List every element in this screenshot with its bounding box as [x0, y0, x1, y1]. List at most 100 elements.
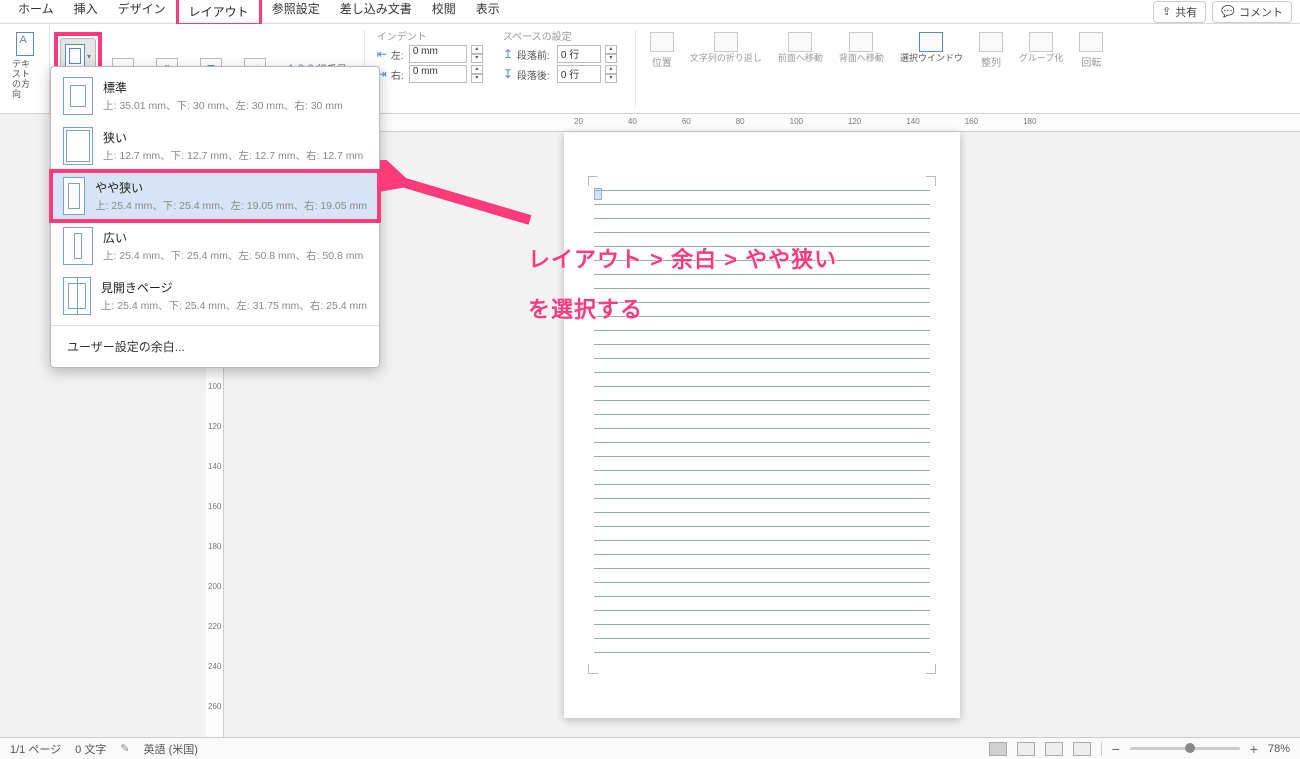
margin-normal-icon: [63, 77, 93, 115]
margin-option-normal[interactable]: 標準上: 35.01 mm、下: 30 mm、左: 30 mm、右: 30 mm: [51, 71, 379, 121]
indent-right-input[interactable]: 0 mm: [409, 65, 467, 83]
margin-mirrored-title: 見開きページ: [101, 279, 367, 296]
share-button[interactable]: ⇪共有: [1153, 1, 1206, 23]
ruler-tick: 240: [208, 662, 221, 671]
margin-narrow-detail: 上: 12.7 mm、下: 12.7 mm、左: 12.7 mm、右: 12.7…: [103, 148, 363, 163]
statusbar: 1/1 ページ 0 文字 ✎ 英語 (米国) − + 78%: [0, 737, 1300, 759]
view-web-layout[interactable]: [1017, 742, 1035, 756]
spacing-before-input[interactable]: 0 行: [557, 45, 601, 63]
horizontal-ruler[interactable]: 20406080100120140160180: [224, 114, 1300, 132]
ruler-tick: 80: [736, 117, 745, 126]
status-language[interactable]: 英語 (米国): [144, 741, 198, 757]
gridline: [594, 582, 930, 583]
spellcheck-icon[interactable]: ✎: [120, 742, 129, 755]
margin-option-moderate[interactable]: やや狭い上: 25.4 mm、下: 25.4 mm、左: 19.05 mm、右:…: [51, 171, 379, 221]
menu-home[interactable]: ホーム: [8, 0, 64, 26]
gridline: [594, 456, 930, 457]
status-words[interactable]: 0 文字: [75, 741, 106, 757]
text-direction-button[interactable]: A テキストの方向: [8, 28, 41, 102]
gridline: [594, 414, 930, 415]
menu-mailings[interactable]: 差し込み文書: [330, 0, 422, 26]
gridline: [594, 498, 930, 499]
wrap-icon: [714, 32, 738, 52]
zoom-slider-knob[interactable]: [1185, 743, 1195, 753]
menu-view[interactable]: 表示: [466, 0, 510, 26]
rotate-icon: [1079, 32, 1103, 52]
gridline: [594, 624, 930, 625]
indent-right-label: 右:: [391, 67, 405, 82]
margin-corner-bl: [588, 664, 598, 674]
spacing-after-input[interactable]: 0 行: [557, 65, 601, 83]
comment-label: コメント: [1239, 4, 1283, 20]
selection-pane-button[interactable]: 選択ウインドウ: [894, 30, 969, 113]
backward-label: 背面へ移動: [839, 54, 884, 64]
ruler-tick: 120: [848, 117, 861, 126]
ruler-tick: 200: [208, 582, 221, 591]
spacing-before-spinner[interactable]: ▴▾: [605, 45, 617, 63]
indent-right-spinner[interactable]: ▴▾: [471, 65, 483, 83]
margin-corner-tl: [588, 176, 598, 186]
margin-wide-icon: [63, 227, 93, 265]
gridline: [594, 190, 930, 191]
comment-button[interactable]: 💬 コメント: [1212, 1, 1292, 23]
spacing-after-label: 段落後:: [517, 67, 553, 82]
menu-design[interactable]: デザイン: [108, 0, 176, 26]
annotation-line2: を選択する: [528, 292, 643, 324]
margin-normal-detail: 上: 35.01 mm、下: 30 mm、左: 30 mm、右: 30 mm: [103, 98, 343, 113]
wrap-text-button[interactable]: 文字列の折り返し: [684, 30, 768, 113]
spacing-after-icon: ↧: [503, 67, 513, 81]
indent-left-spinner[interactable]: ▴▾: [471, 45, 483, 63]
group-button[interactable]: グループ化: [1013, 30, 1069, 113]
share-icon: ⇪: [1162, 5, 1171, 18]
zoom-slider[interactable]: [1130, 747, 1240, 750]
gridline: [594, 316, 930, 317]
gridline: [594, 386, 930, 387]
spacing-after-spinner[interactable]: ▴▾: [605, 65, 617, 83]
margin-option-mirrored[interactable]: 見開きページ上: 25.4 mm、下: 25.4 mm、左: 31.75 mm、…: [51, 271, 379, 321]
menu-insert[interactable]: 挿入: [64, 0, 108, 26]
comment-icon: 💬: [1221, 5, 1235, 18]
view-print-layout[interactable]: [989, 742, 1007, 756]
indent-left-icon: ⇤: [377, 47, 387, 61]
zoom-level[interactable]: 78%: [1268, 743, 1290, 755]
gridline: [594, 400, 930, 401]
annotation-line1: レイアウト > 余白 > やや狭い: [528, 242, 837, 274]
view-outline[interactable]: [1045, 742, 1063, 756]
status-page[interactable]: 1/1 ページ: [10, 741, 61, 757]
gridline: [594, 610, 930, 611]
menubar-right: ⇪共有 💬 コメント: [1153, 1, 1292, 23]
margin-corner-br: [926, 664, 936, 674]
send-backward-button[interactable]: 背面へ移動: [833, 30, 890, 113]
rotate-label: 回転: [1081, 54, 1101, 69]
position-button[interactable]: 位置: [644, 30, 680, 113]
selection-pane-icon: [919, 32, 943, 52]
gridline: [594, 540, 930, 541]
ruler-tick: 120: [208, 422, 221, 431]
zoom-out-button[interactable]: −: [1112, 741, 1120, 757]
rotate-button[interactable]: 回転: [1073, 30, 1109, 113]
zoom-in-button[interactable]: +: [1250, 741, 1258, 757]
ruler-tick: 20: [574, 117, 583, 126]
gridline: [594, 428, 930, 429]
margin-option-narrow[interactable]: 狭い上: 12.7 mm、下: 12.7 mm、左: 12.7 mm、右: 12…: [51, 121, 379, 171]
selection-pane-label: 選択ウインドウ: [900, 54, 963, 64]
document-page[interactable]: [564, 132, 960, 718]
position-label: 位置: [652, 54, 672, 69]
align-button[interactable]: 整列: [973, 30, 1009, 113]
bring-forward-button[interactable]: 前面へ移動: [772, 30, 829, 113]
forward-label: 前面へ移動: [778, 54, 823, 64]
menu-layout[interactable]: レイアウト: [176, 0, 262, 26]
margin-option-custom[interactable]: ユーザー設定の余白...: [51, 330, 379, 363]
margin-option-wide[interactable]: 広い上: 25.4 mm、下: 25.4 mm、左: 50.8 mm、右: 50…: [51, 221, 379, 271]
menu-review[interactable]: 校閲: [422, 0, 466, 26]
gridline: [594, 232, 930, 233]
ruler-tick: 160: [965, 117, 978, 126]
view-draft[interactable]: [1073, 742, 1091, 756]
group-label: グループ化: [1019, 54, 1063, 64]
spacing-before-label: 段落前:: [517, 47, 553, 62]
indent-left-input[interactable]: 0 mm: [409, 45, 467, 63]
ruler-tick: 180: [208, 542, 221, 551]
menu-references[interactable]: 参照設定: [262, 0, 330, 26]
backward-icon: [849, 32, 873, 52]
ruler-tick: 60: [682, 117, 691, 126]
